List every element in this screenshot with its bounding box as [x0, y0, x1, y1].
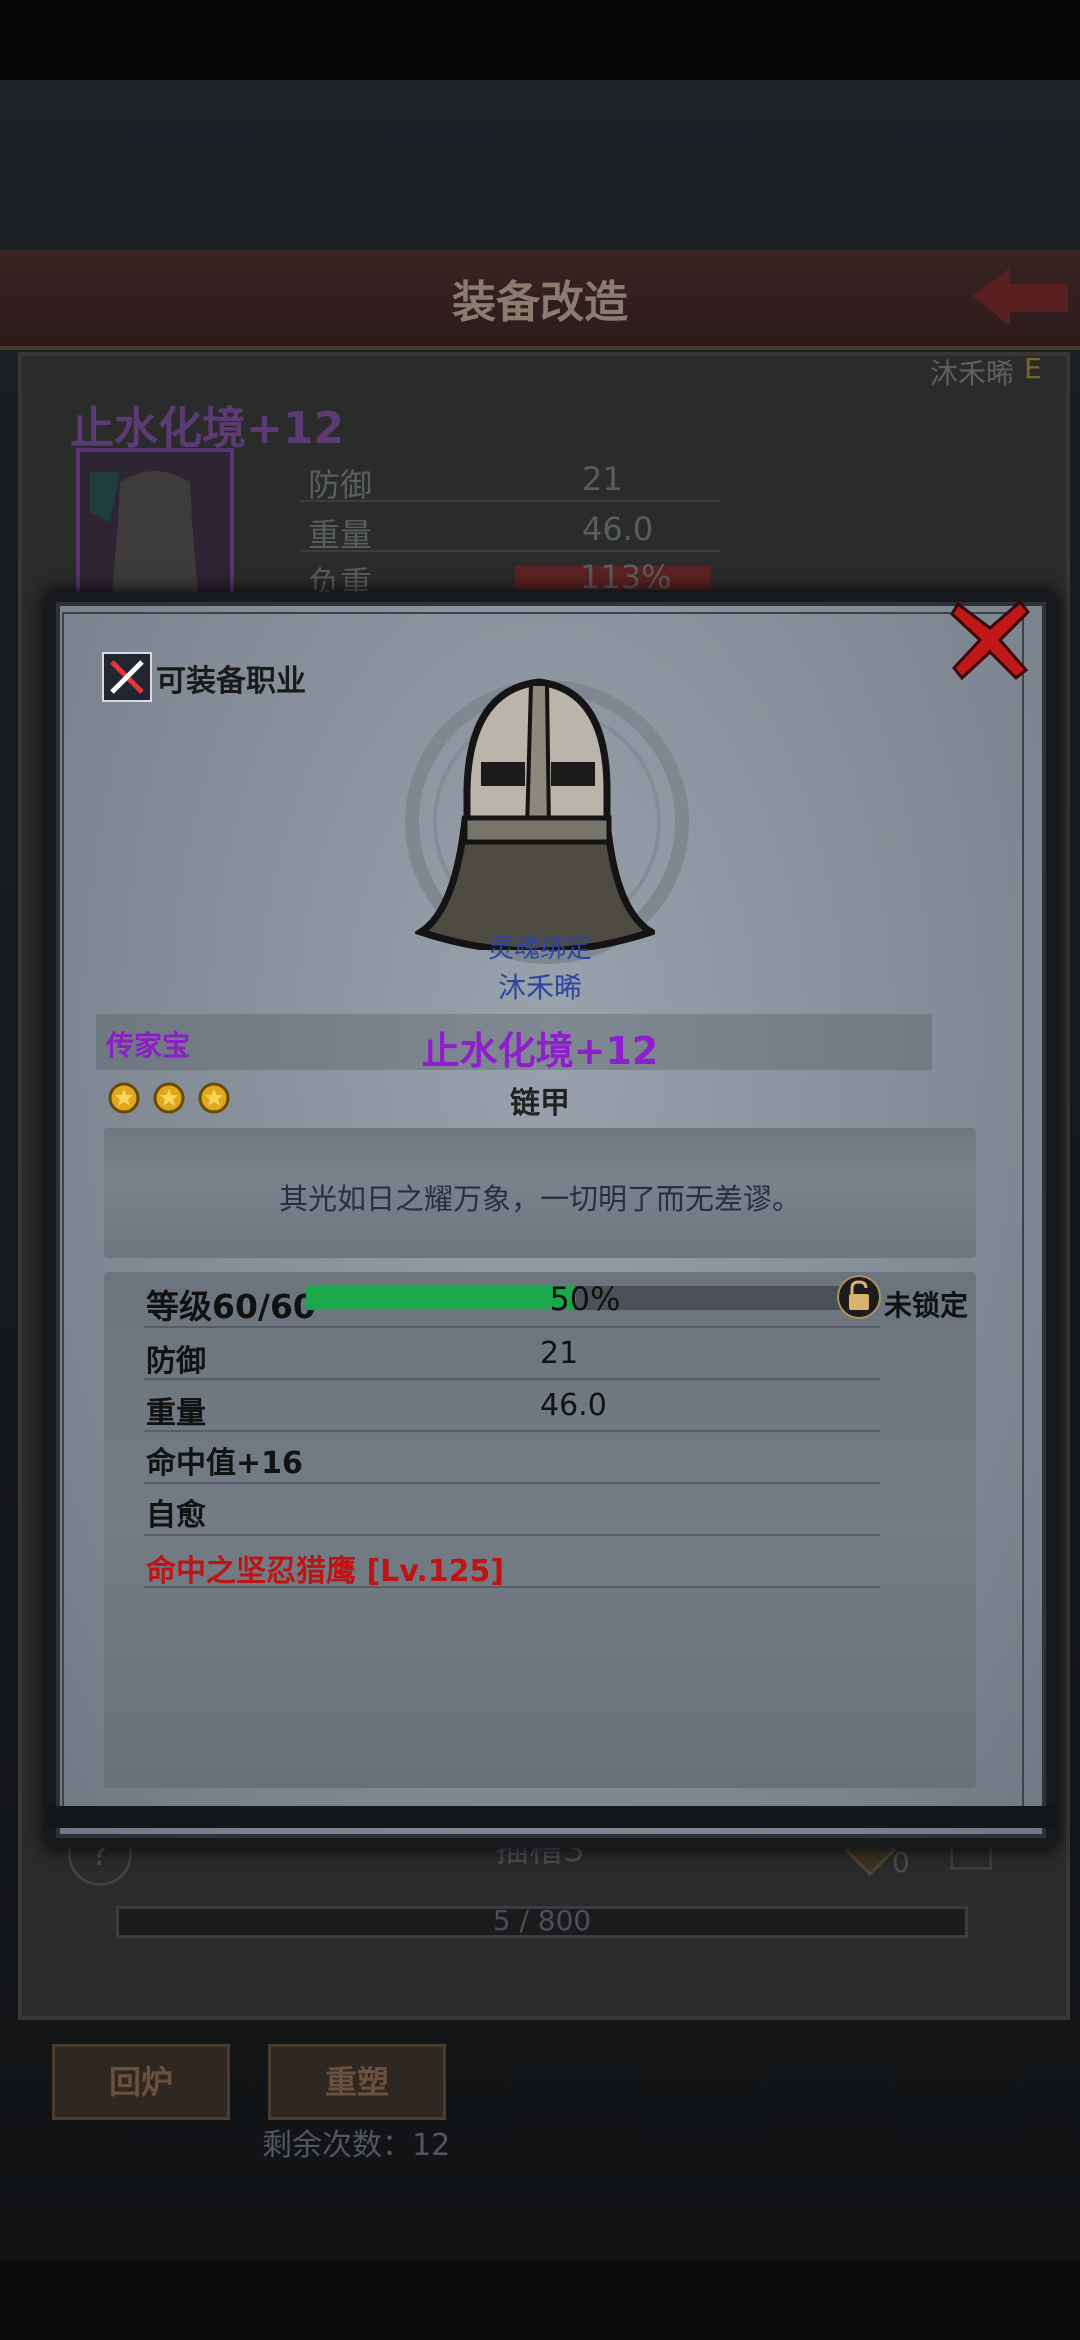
bottom-area: [0, 2260, 1080, 2340]
stat-defense-value: 21: [540, 1336, 579, 1371]
bound-owner-name: 沐禾晞: [497, 971, 582, 1004]
rarity-label: 传家宝: [106, 1029, 191, 1062]
modal-bottom-edge: [46, 1806, 1056, 1828]
close-icon[interactable]: [948, 598, 1032, 682]
item-name: 止水化境+12: [421, 1029, 659, 1073]
xp-percent: 50%: [549, 1280, 621, 1318]
divider: [144, 1482, 880, 1484]
lock-icon[interactable]: [836, 1274, 882, 1320]
remaining-count: 剩余次数：12: [262, 2128, 451, 2163]
weapon-class-icon[interactable]: [102, 652, 152, 702]
divider: [144, 1326, 880, 1328]
stat-weight-label: 重量: [146, 1396, 206, 1431]
divider: [300, 500, 720, 502]
bg-stat-value: 21: [582, 460, 623, 498]
status-bar-area: [0, 0, 1080, 80]
stat-defense-label: 防御: [146, 1344, 206, 1379]
star-icon: [153, 1082, 185, 1114]
equippable-class-label[interactable]: 可装备职业: [156, 656, 306, 700]
divider: [144, 1586, 880, 1588]
affix-accuracy: 命中值+16: [146, 1446, 303, 1481]
reforge-button[interactable]: 重塑: [268, 2044, 446, 2120]
item-description: 其光如日之耀万象，一切明了而无差谬。: [278, 1182, 801, 1216]
owner-name: 沐禾晞: [930, 357, 1015, 390]
page-title: 装备改造: [452, 277, 628, 328]
bg-stat-value: 113%: [580, 558, 672, 596]
helmet-thumbnail-icon[interactable]: [76, 448, 234, 606]
level-label: 等级60/60: [146, 1287, 316, 1326]
divider: [144, 1430, 880, 1432]
affix-regeneration: 自愈: [146, 1498, 206, 1533]
stat-weight-value: 46.0: [540, 1388, 607, 1423]
soulbound-label: 灵魂绑定: [487, 934, 592, 964]
star-icon: [198, 1082, 230, 1114]
item-type: 链甲: [510, 1086, 570, 1121]
owner-tier: E: [1024, 352, 1042, 385]
gem-count: 0: [892, 1846, 910, 1879]
progress-text: 5 / 800: [492, 1904, 592, 1937]
lock-status-label[interactable]: 未锁定: [884, 1284, 968, 1324]
bg-stat-value: 46.0: [582, 510, 654, 548]
star-icon: [108, 1082, 140, 1114]
item-name: 止水化境+12: [70, 403, 345, 454]
back-arrow-icon[interactable]: [968, 262, 1072, 332]
recycle-button[interactable]: 回炉: [52, 2044, 230, 2120]
skill-affix: 命中之坚忍猎鹰 [Lv.125]: [146, 1554, 505, 1589]
helmet-icon: [415, 678, 655, 950]
divider: [144, 1378, 880, 1380]
divider: [144, 1534, 880, 1536]
divider: [300, 550, 720, 552]
